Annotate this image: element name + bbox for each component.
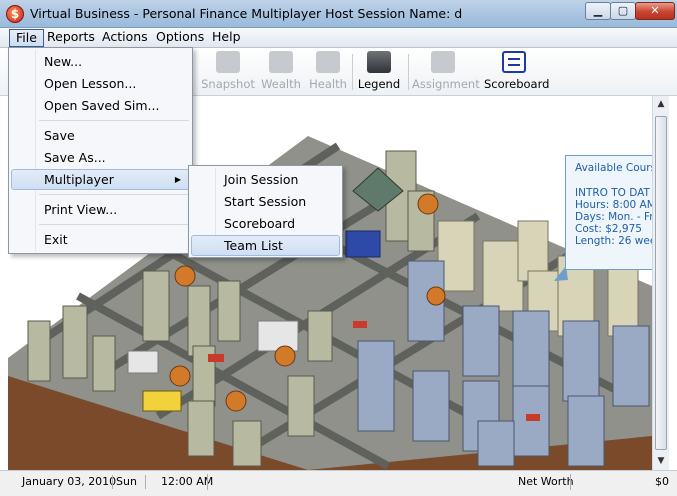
menu-item-join-session[interactable]: Join Session [191, 169, 340, 190]
snapshot-label: Snapshot [201, 77, 255, 91]
close-button[interactable]: ✕ [635, 2, 675, 20]
net-worth-value: $0 [655, 475, 669, 488]
status-bar: January 03, 2010 Sun 12:00 AM Net Worth … [0, 470, 677, 496]
assignment-label: Assignment [412, 77, 480, 91]
menu-item-new[interactable]: New... [11, 51, 190, 72]
maximize-button[interactable]: ▢ [610, 2, 636, 20]
menu-item-open-saved-sim[interactable]: Open Saved Sim... [11, 95, 190, 116]
scroll-down-icon[interactable]: ▼ [653, 453, 669, 470]
assignment-icon [431, 51, 455, 73]
status-day: Sun [112, 475, 137, 489]
scoreboard-label: Scoreboard [484, 77, 550, 91]
status-time: 12:00 AM [145, 475, 213, 489]
wealth-icon [269, 51, 293, 73]
multiplayer-submenu: Join Session Start Session Scoreboard Te… [188, 165, 343, 258]
menu-item-multiplayer[interactable]: Multiplayer ▶ [11, 169, 190, 190]
net-worth-label: Net Worth [518, 475, 574, 488]
legend-button[interactable]: Legend [349, 51, 409, 91]
status-divider [570, 474, 571, 490]
menu-item-team-list[interactable]: Team List [191, 235, 340, 256]
course-title: INTRO TO DAT [575, 187, 650, 199]
menu-item-scoreboard[interactable]: Scoreboard [191, 213, 340, 234]
course-hours: Hours: 8:00 AM [575, 199, 656, 211]
status-divider [207, 474, 208, 490]
menu-item-multiplayer-label: Multiplayer [44, 172, 114, 187]
scoreboard-icon [502, 51, 526, 73]
menu-item-save-as[interactable]: Save As... [11, 147, 190, 168]
menu-reports[interactable]: Reports [41, 29, 101, 47]
menu-item-exit[interactable]: Exit [11, 229, 190, 250]
menu-item-save[interactable]: Save [11, 125, 190, 146]
menu-separator [39, 194, 189, 195]
menu-item-open-lesson[interactable]: Open Lesson... [11, 73, 190, 94]
snapshot-button[interactable]: Snapshot [198, 51, 258, 91]
scoreboard-button[interactable]: Scoreboard [484, 51, 550, 91]
menu-separator [39, 120, 189, 121]
menu-item-print-view[interactable]: Print View... [11, 199, 190, 220]
title-bar: $ Virtual Business - Personal Finance Mu… [0, 0, 677, 28]
scroll-thumb[interactable] [655, 116, 667, 450]
window-title: Virtual Business - Personal Finance Mult… [30, 6, 463, 21]
legend-label: Legend [357, 77, 401, 91]
course-days: Days: Mon. - Fr [575, 211, 654, 223]
building-icon [367, 51, 391, 73]
course-heading: Available Cours [575, 162, 657, 174]
menu-item-start-session[interactable]: Start Session [191, 191, 340, 212]
assignment-button[interactable]: Assignment [412, 51, 480, 91]
menu-options[interactable]: Options [150, 29, 210, 47]
health-icon [316, 51, 340, 73]
menu-separator [39, 224, 189, 225]
minimize-button[interactable]: ▁ [585, 2, 611, 20]
toolbar-separator [408, 54, 409, 90]
file-menu-dropdown: New... Open Lesson... Open Saved Sim... … [8, 47, 193, 254]
menu-actions[interactable]: Actions [96, 29, 154, 47]
menu-bar: File Reports Actions Options Help [0, 28, 677, 48]
camera-icon [216, 51, 240, 73]
vertical-scrollbar[interactable]: ▲ ▼ [652, 96, 669, 470]
scroll-up-icon[interactable]: ▲ [653, 96, 669, 113]
status-date: January 03, 2010 [22, 475, 117, 488]
app-logo-icon[interactable]: $ [6, 5, 24, 23]
menu-file[interactable]: File [9, 29, 44, 47]
course-length: Length: 26 wee [575, 235, 657, 247]
course-cost: Cost: $2,975 [575, 223, 642, 235]
course-info-panel[interactable]: Available Cours INTRO TO DAT Hours: 8:00… [565, 155, 665, 270]
chevron-right-icon: ▶ [174, 175, 181, 184]
menu-help[interactable]: Help [206, 29, 247, 47]
